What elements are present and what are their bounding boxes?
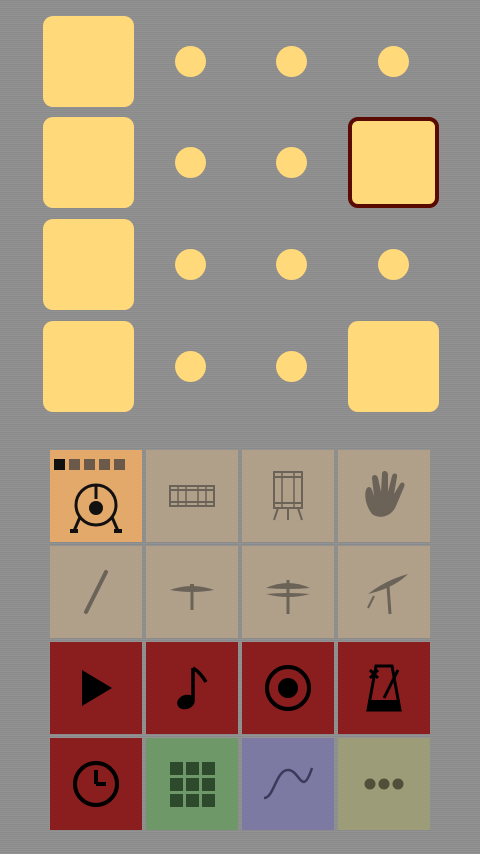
hand-clap-button[interactable] xyxy=(338,450,430,542)
step-sequencer-grid xyxy=(0,0,480,430)
drumstick-button[interactable] xyxy=(50,546,142,638)
step-indicator-cell xyxy=(99,459,110,470)
hi-hat-button[interactable] xyxy=(242,546,334,638)
step-dot[interactable] xyxy=(174,146,206,178)
hi-hat-icon xyxy=(266,580,310,614)
note-button[interactable] xyxy=(146,642,238,734)
play-button[interactable] xyxy=(50,642,142,734)
more-icon xyxy=(364,778,404,790)
step-dot[interactable] xyxy=(275,248,307,280)
tempo-button[interactable] xyxy=(50,738,142,830)
step-dot[interactable] xyxy=(174,350,206,382)
step-dot[interactable] xyxy=(275,350,307,382)
step-dot[interactable] xyxy=(174,45,206,77)
step-indicator-cell xyxy=(114,459,125,470)
more-button[interactable] xyxy=(338,738,430,830)
sine-wave-icon xyxy=(263,767,314,800)
hand-clap-icon xyxy=(365,471,405,517)
ride-cymbal-button[interactable] xyxy=(146,546,238,638)
crash-cymbal-button[interactable] xyxy=(338,546,430,638)
step-dot[interactable] xyxy=(174,248,206,280)
grid-icon xyxy=(170,762,215,807)
wave-button[interactable] xyxy=(242,738,334,830)
step-pad[interactable] xyxy=(42,218,134,310)
record-button[interactable] xyxy=(242,642,334,734)
step-dot[interactable] xyxy=(377,248,409,280)
clock-icon xyxy=(73,761,119,807)
step-indicator-cell xyxy=(84,459,95,470)
step-dot[interactable] xyxy=(275,146,307,178)
kick-drum-button[interactable] xyxy=(50,450,142,542)
step-pad[interactable] xyxy=(347,320,439,412)
metronome-button[interactable] xyxy=(338,642,430,734)
grid-button[interactable] xyxy=(146,738,238,830)
kick-drum-icon xyxy=(70,483,122,533)
step-indicator-cell xyxy=(69,459,80,470)
control-panel xyxy=(50,450,432,832)
step-pad[interactable] xyxy=(42,15,134,107)
step-dot[interactable] xyxy=(377,45,409,77)
snare-drum-icon xyxy=(169,485,215,507)
step-pad[interactable] xyxy=(42,320,134,412)
music-note-icon xyxy=(177,666,208,710)
step-indicator xyxy=(54,459,125,470)
step-pad-selected[interactable] xyxy=(347,116,439,208)
play-icon xyxy=(82,670,112,706)
step-dot[interactable] xyxy=(275,45,307,77)
record-icon xyxy=(265,665,311,711)
ride-cymbal-icon xyxy=(170,584,214,610)
snare-drum-button[interactable] xyxy=(146,450,238,542)
metronome-icon xyxy=(366,664,402,712)
floor-tom-icon xyxy=(273,471,303,521)
step-pad[interactable] xyxy=(42,116,134,208)
crash-cymbal-icon xyxy=(367,574,408,615)
step-indicator-cell xyxy=(54,459,65,470)
floor-tom-button[interactable] xyxy=(242,450,334,542)
drumstick-icon xyxy=(84,570,108,614)
